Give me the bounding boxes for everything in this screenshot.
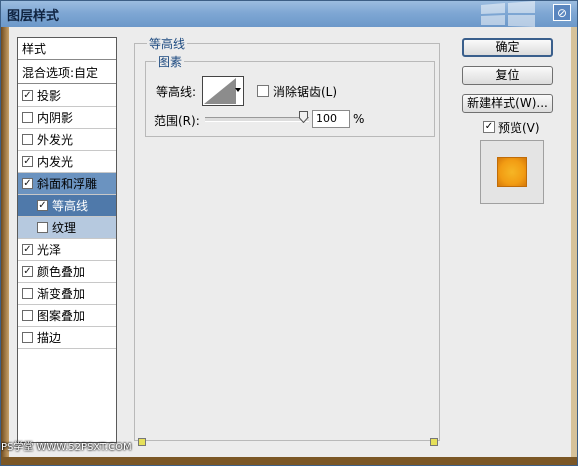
checkbox[interactable]: ✓ xyxy=(22,90,33,101)
style-item-drop-shadow[interactable]: ✓ 投影 xyxy=(18,85,116,107)
background-strip-left xyxy=(1,27,9,457)
style-item-contour[interactable]: ✓ 等高线 xyxy=(18,195,116,217)
style-item-label: 纹理 xyxy=(52,221,77,235)
checkbox[interactable]: ✓ xyxy=(22,156,33,167)
blend-options-item[interactable]: 混合选项:自定 xyxy=(18,62,116,84)
checkbox[interactable] xyxy=(37,222,48,233)
style-item-satin[interactable]: ✓ 光泽 xyxy=(18,239,116,261)
style-preview xyxy=(480,140,544,204)
checkbox[interactable] xyxy=(22,112,33,123)
style-item-label: 斜面和浮雕 xyxy=(37,177,98,191)
style-item-gradient-overlay[interactable]: 渐变叠加 xyxy=(18,283,116,305)
style-item-label: 颜色叠加 xyxy=(37,265,86,279)
style-item-label: 外发光 xyxy=(37,133,74,147)
antialias-checkbox[interactable] xyxy=(257,85,269,97)
resize-grip-icon[interactable] xyxy=(430,438,438,446)
new-style-button[interactable]: 新建样式(W)... xyxy=(462,94,553,113)
preview-label: 预览(V) xyxy=(498,121,540,135)
style-item-outer-glow[interactable]: 外发光 xyxy=(18,129,116,151)
window-title: 图层样式 xyxy=(7,9,60,24)
range-slider-thumb[interactable] xyxy=(299,111,308,123)
chevron-down-icon[interactable] xyxy=(235,88,241,92)
antialias-label: 消除锯齿(L) xyxy=(273,85,338,99)
style-item-color-overlay[interactable]: ✓ 颜色叠加 xyxy=(18,261,116,283)
styles-header-label: 样式 xyxy=(22,42,47,56)
checkbox[interactable] xyxy=(22,288,33,299)
range-slider[interactable] xyxy=(205,117,309,122)
title-bar[interactable]: 图层样式 ⊘ xyxy=(1,1,577,27)
style-item-bevel-emboss[interactable]: ✓ 斜面和浮雕 xyxy=(18,173,116,195)
checkbox[interactable]: ✓ xyxy=(37,200,48,211)
range-unit: % xyxy=(353,112,365,126)
preview-checkbox[interactable]: ✓ xyxy=(483,121,495,133)
layer-style-dialog: 图层样式 ⊘ 样式 混合选项:自定 ✓ 投影 内阴影 外发光 ✓ 内发光 ✓ 斜… xyxy=(0,0,578,466)
preview-swatch xyxy=(497,157,527,187)
checkbox[interactable]: ✓ xyxy=(22,178,33,189)
style-item-label: 图案叠加 xyxy=(37,309,86,323)
checkbox[interactable]: ✓ xyxy=(22,266,33,277)
range-label: 范围(R): xyxy=(154,114,200,128)
contour-label: 等高线: xyxy=(156,85,197,99)
styles-header[interactable]: 样式 xyxy=(18,38,116,60)
style-item-inner-glow[interactable]: ✓ 内发光 xyxy=(18,151,116,173)
windows-logo-icon xyxy=(481,1,535,27)
checkbox[interactable] xyxy=(22,332,33,343)
style-item-label: 描边 xyxy=(37,331,62,345)
checkbox[interactable] xyxy=(22,134,33,145)
close-button[interactable]: ⊘ xyxy=(553,4,571,21)
checkbox[interactable]: ✓ xyxy=(22,244,33,255)
reset-button[interactable]: 复位 xyxy=(462,66,553,85)
background-strip-bottom xyxy=(1,457,577,465)
style-item-label: 投影 xyxy=(37,89,62,103)
contour-curve-icon xyxy=(204,78,236,104)
style-list: 样式 混合选项:自定 ✓ 投影 内阴影 外发光 ✓ 内发光 ✓ 斜面和浮雕 ✓ … xyxy=(17,37,117,443)
style-item-inner-shadow[interactable]: 内阴影 xyxy=(18,107,116,129)
style-item-texture[interactable]: 纹理 xyxy=(18,217,116,239)
style-item-label: 光泽 xyxy=(37,243,62,257)
contour-picker[interactable] xyxy=(202,76,244,106)
range-input[interactable]: 100 xyxy=(312,110,350,128)
group-title: 图素 xyxy=(156,53,185,70)
style-item-pattern-overlay[interactable]: 图案叠加 xyxy=(18,305,116,327)
close-icon: ⊘ xyxy=(556,6,568,20)
style-item-label: 内阴影 xyxy=(37,111,74,125)
style-item-stroke[interactable]: 描边 xyxy=(18,327,116,349)
background-strip-right xyxy=(571,27,577,457)
panel-title: 等高线 xyxy=(147,35,188,52)
style-item-label: 内发光 xyxy=(37,155,74,169)
checkbox[interactable] xyxy=(22,310,33,321)
ok-button[interactable]: 确定 xyxy=(462,38,553,57)
blend-options-label: 混合选项:自定 xyxy=(22,66,99,80)
watermark: PS学堂 WWW.52PSXT.COM xyxy=(1,442,132,453)
style-item-label: 等高线 xyxy=(52,199,89,213)
style-item-label: 渐变叠加 xyxy=(37,287,86,301)
